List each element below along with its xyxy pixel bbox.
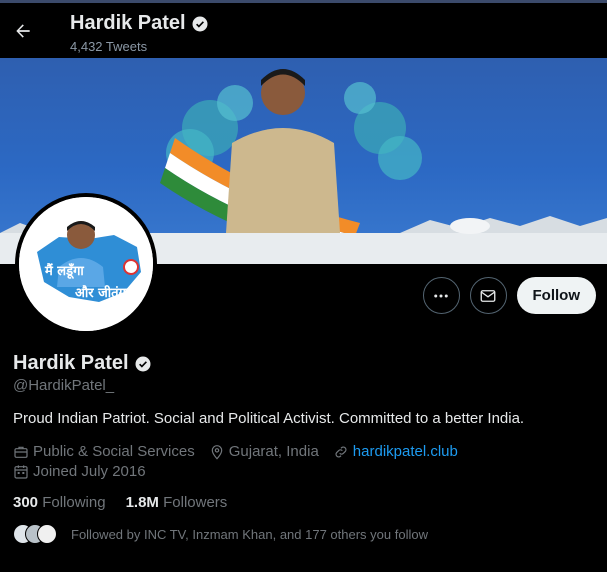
profile-handle: @HardikPatel_ — [13, 377, 115, 394]
profile-avatar[interactable]: मैं लडूँगा और जीतूंगा — [15, 193, 157, 335]
profile-name: Hardik Patel — [13, 352, 152, 375]
followers-link[interactable]: 1.8M Followers — [126, 494, 228, 511]
avatar-slogan-2: और जीतूंगा — [75, 285, 130, 301]
mutual-avatars — [13, 524, 57, 544]
verified-badge-icon — [192, 16, 208, 31]
header-edge — [0, 0, 607, 3]
website-link[interactable]: hardikpatel.club — [353, 443, 458, 460]
calendar-icon — [14, 464, 28, 479]
profile-category: Public & Social Services — [13, 443, 195, 460]
profile-display-name: Hardik Patel — [13, 352, 129, 374]
link-icon — [335, 446, 347, 457]
header-title: Hardik Patel — [70, 12, 209, 35]
follow-button[interactable]: Follow — [516, 277, 596, 314]
followed-by-text[interactable]: Followed by INC TV, Inzmam Khan, and 177… — [71, 527, 428, 542]
profile-website[interactable]: hardikpatel.club — [333, 443, 458, 460]
more-dots-icon — [434, 294, 448, 297]
avatar-illustration: मैं लडूँगा और जीतूंगा — [19, 197, 153, 331]
tweet-count: 4,432 Tweets — [70, 39, 148, 54]
profile-bio: Proud Indian Patriot. Social and Politic… — [13, 410, 525, 427]
back-arrow-icon — [16, 24, 30, 38]
joined-text: Joined July 2016 — [33, 463, 146, 480]
profile-actions: Follow — [422, 277, 596, 314]
envelope-icon — [480, 289, 496, 302]
followed-by-row[interactable]: Followed by INC TV, Inzmam Khan, and 177… — [13, 524, 428, 544]
briefcase-icon — [14, 446, 28, 458]
category-text: Public & Social Services — [33, 443, 195, 460]
follow-stats: 300 Following 1.8M Followers — [13, 494, 227, 511]
location-text: Gujarat, India — [228, 443, 319, 460]
following-label: Following — [42, 494, 106, 511]
followers-count: 1.8M — [125, 494, 159, 511]
profile-location: Gujarat, India — [209, 443, 319, 460]
location-pin-icon — [211, 444, 223, 460]
message-button[interactable] — [469, 277, 507, 314]
avatar-image: मैं लडूँगा और जीतूंगा — [19, 197, 153, 331]
back-button[interactable] — [6, 14, 40, 48]
avatar-slogan-1: मैं लडूँगा — [44, 263, 84, 279]
more-button[interactable] — [422, 277, 460, 314]
profile-header-bar: Hardik Patel 4,432 Tweets — [0, 0, 607, 58]
profile-joined-row: Joined July 2016 — [13, 463, 146, 480]
verified-badge-icon[interactable] — [134, 355, 152, 373]
following-count: 300 — [13, 494, 39, 511]
followers-label: Followers — [163, 494, 228, 511]
profile-joined: Joined July 2016 — [13, 463, 146, 480]
following-link[interactable]: 300 Following — [13, 494, 106, 511]
mutual-avatar — [37, 524, 57, 544]
profile-meta: Public & Social Services Gujarat, India … — [13, 443, 458, 460]
header-name: Hardik Patel — [70, 12, 186, 34]
